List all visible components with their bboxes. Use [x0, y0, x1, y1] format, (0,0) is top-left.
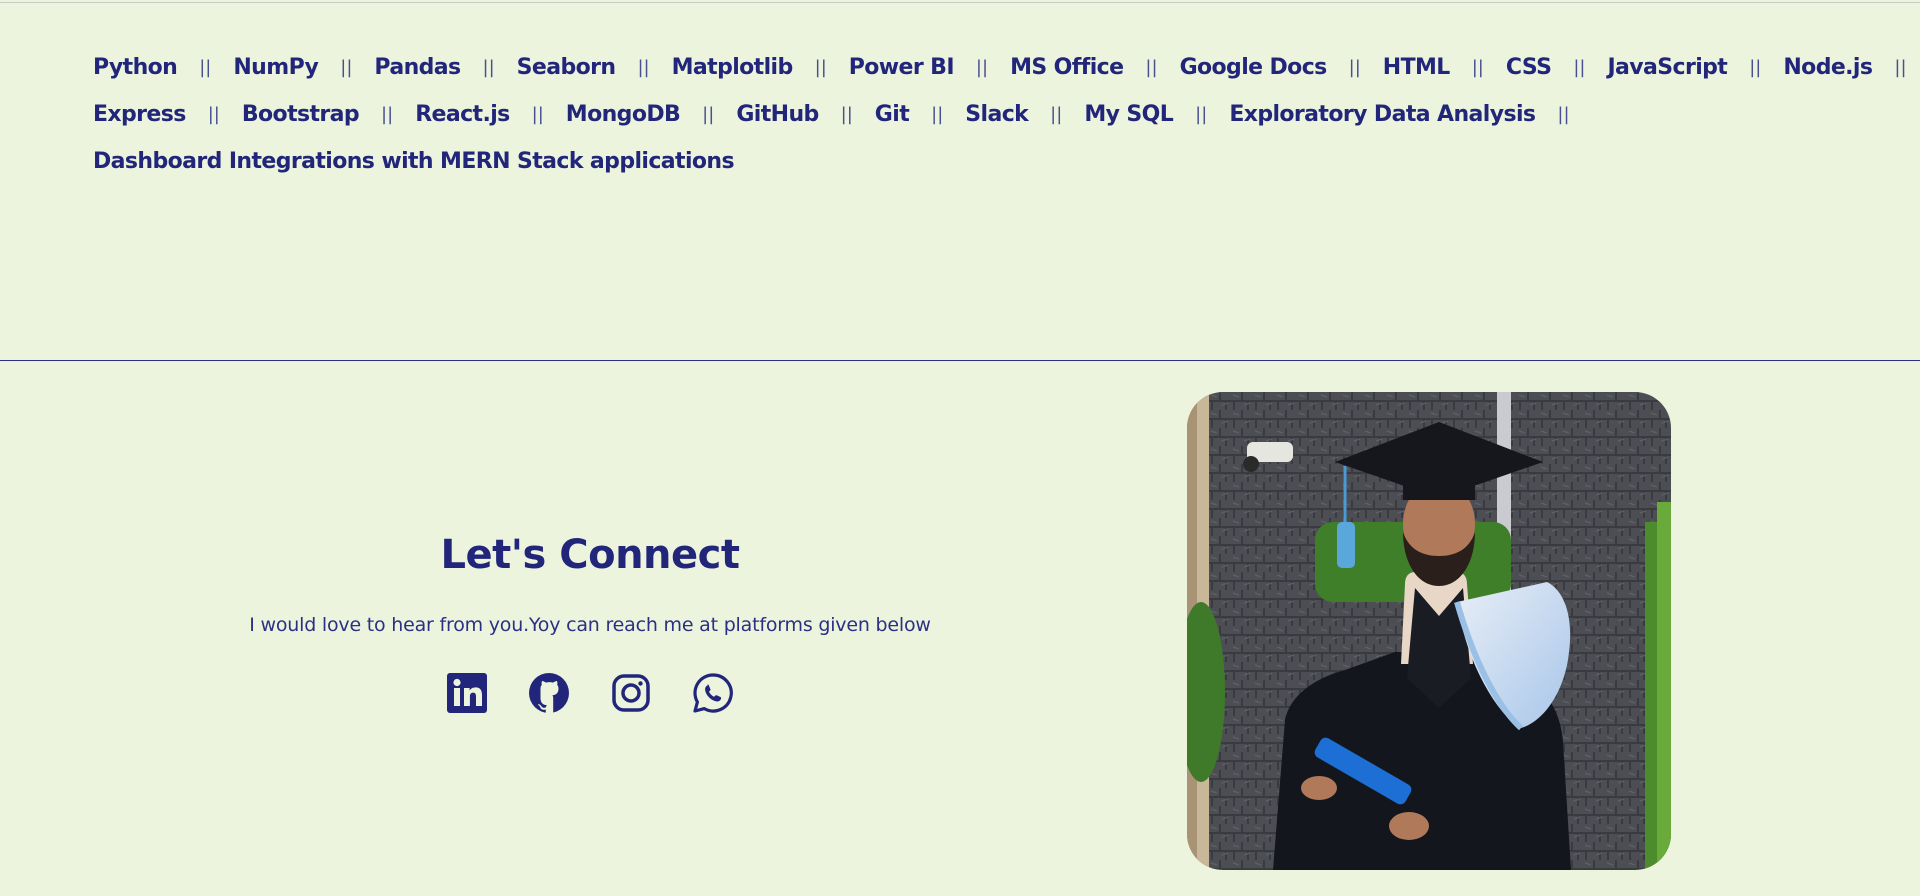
skill-express[interactable]: Express — [93, 91, 186, 138]
skills-row: Dashboard Integrations with MERN Stack a… — [93, 138, 1813, 185]
instagram-icon — [612, 674, 650, 712]
skill-nodejs[interactable]: Node.js — [1783, 44, 1873, 91]
skill-html[interactable]: HTML — [1383, 44, 1451, 91]
skill-eda[interactable]: Exploratory Data Analysis — [1229, 91, 1536, 138]
skill-google-docs[interactable]: Google Docs — [1180, 44, 1328, 91]
skill-separator: || — [482, 57, 495, 78]
skill-separator: || — [1195, 104, 1208, 125]
skill-separator: || — [1749, 57, 1762, 78]
connect-title: Let's Connect — [440, 532, 740, 578]
skill-separator: || — [840, 104, 853, 125]
linkedin-link[interactable] — [446, 672, 488, 714]
skill-separator: || — [1894, 57, 1907, 78]
skill-separator: || — [1145, 57, 1158, 78]
graduate-portrait-image — [1187, 392, 1671, 870]
skill-python[interactable]: Python — [93, 44, 178, 91]
instagram-link[interactable] — [610, 672, 652, 714]
skill-separator: || — [637, 57, 650, 78]
connect-subtitle: I would love to hear from you.Yoy can re… — [249, 614, 931, 636]
skills-list: Python || NumPy || Pandas || Seaborn || Matp… — [93, 44, 1907, 185]
skill-separator: || — [702, 104, 715, 125]
skill-separator: || — [381, 104, 394, 125]
skill-ms-office[interactable]: MS Office — [1010, 44, 1124, 91]
skill-css[interactable]: CSS — [1506, 44, 1552, 91]
skills-row: Python || NumPy || Pandas || Seaborn || Matp… — [93, 44, 1907, 91]
skill-power-bi[interactable]: Power BI — [849, 44, 955, 91]
section-divider — [0, 360, 1920, 361]
profile-photo — [1187, 392, 1671, 870]
skill-numpy[interactable]: NumPy — [233, 44, 318, 91]
github-link[interactable] — [528, 672, 570, 714]
skill-separator: || — [207, 104, 220, 125]
whatsapp-icon — [693, 673, 733, 713]
skill-separator: || — [1557, 104, 1570, 125]
skill-separator: || — [340, 57, 353, 78]
skill-bootstrap[interactable]: Bootstrap — [242, 91, 360, 138]
skill-pandas[interactable]: Pandas — [374, 44, 461, 91]
linkedin-icon — [447, 673, 487, 713]
skill-dashboard-integrations[interactable]: Dashboard Integrations with MERN Stack a… — [93, 138, 735, 185]
skill-separator: || — [1471, 57, 1484, 78]
top-divider — [0, 2, 1920, 3]
skill-separator: || — [1573, 57, 1586, 78]
skill-mongodb[interactable]: MongoDB — [566, 91, 681, 138]
skill-git[interactable]: Git — [875, 91, 910, 138]
skill-separator: || — [1348, 57, 1361, 78]
skill-separator: || — [199, 57, 212, 78]
connect-section: Let's Connect I would love to hear from … — [140, 520, 1040, 714]
skill-javascript[interactable]: JavaScript — [1607, 44, 1727, 91]
whatsapp-link[interactable] — [692, 672, 734, 714]
social-links — [140, 672, 1040, 714]
skill-mysql[interactable]: My SQL — [1084, 91, 1173, 138]
skill-matplotlib[interactable]: Matplotlib — [672, 44, 794, 91]
skill-reactjs[interactable]: React.js — [415, 91, 510, 138]
skill-separator: || — [975, 57, 989, 78]
skill-slack[interactable]: Slack — [965, 91, 1029, 138]
skill-github[interactable]: GitHub — [736, 91, 819, 138]
skill-separator: || — [531, 104, 544, 125]
github-icon — [529, 673, 569, 713]
skill-separator: || — [814, 57, 827, 78]
skill-separator: || — [931, 104, 944, 125]
skill-separator: || — [1050, 104, 1063, 125]
skills-row: Express || Bootstrap || React.js || MongoDB… — [93, 91, 1813, 138]
skill-seaborn[interactable]: Seaborn — [517, 44, 616, 91]
